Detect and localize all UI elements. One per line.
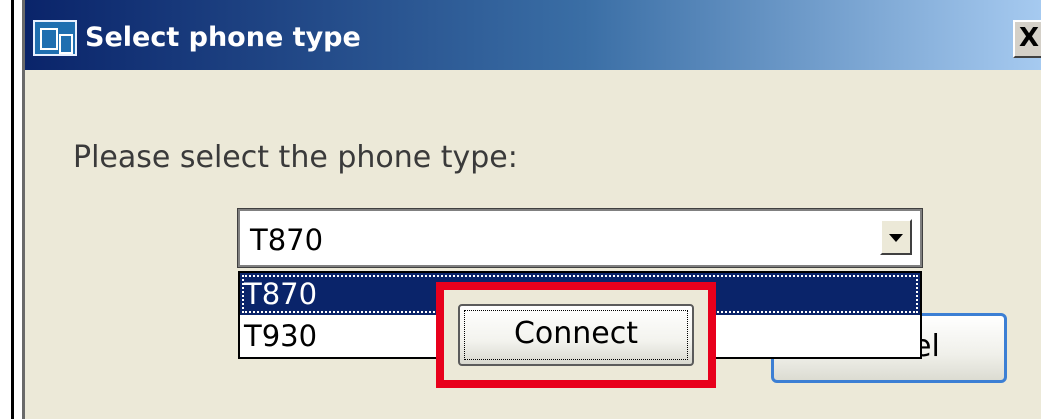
title-bar[interactable]: Select phone type X bbox=[25, 0, 1041, 70]
chevron-down-icon[interactable] bbox=[880, 219, 912, 255]
phone-type-prompt: Please select the phone type: bbox=[73, 140, 518, 175]
phone-type-combobox[interactable]: T870 bbox=[237, 208, 923, 268]
close-button[interactable]: X bbox=[1013, 20, 1041, 58]
highlight-annotation-box: Connect bbox=[436, 282, 716, 388]
phone-app-icon bbox=[33, 20, 77, 56]
dialog-title: Select phone type bbox=[85, 22, 361, 53]
connect-button[interactable]: Connect bbox=[458, 304, 694, 366]
phone-type-selected-value: T870 bbox=[250, 223, 324, 257]
select-phone-dialog: Select phone type X Please select the ph… bbox=[22, 0, 1041, 419]
window-border-line bbox=[11, 0, 14, 419]
